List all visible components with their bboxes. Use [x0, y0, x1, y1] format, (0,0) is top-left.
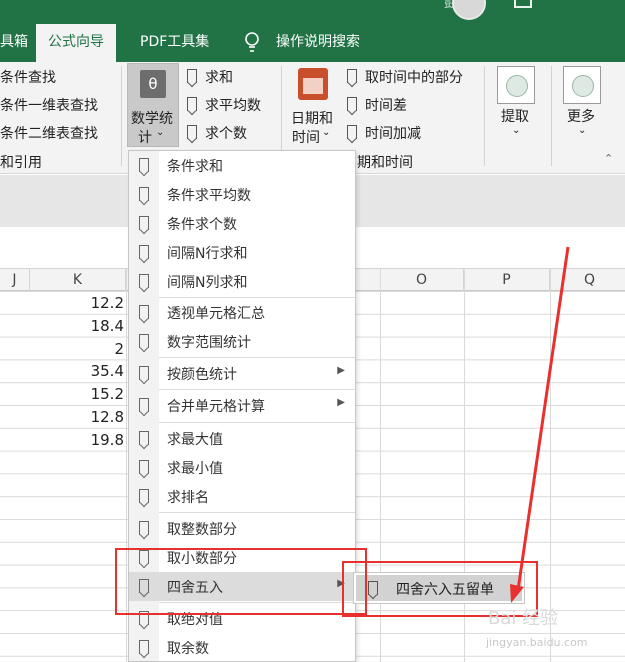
watermark-logo: Bai 经验 — [488, 608, 559, 629]
watermark-url: jingyan.baidu.com — [486, 636, 588, 649]
annotation-arrow-icon — [510, 246, 570, 603]
